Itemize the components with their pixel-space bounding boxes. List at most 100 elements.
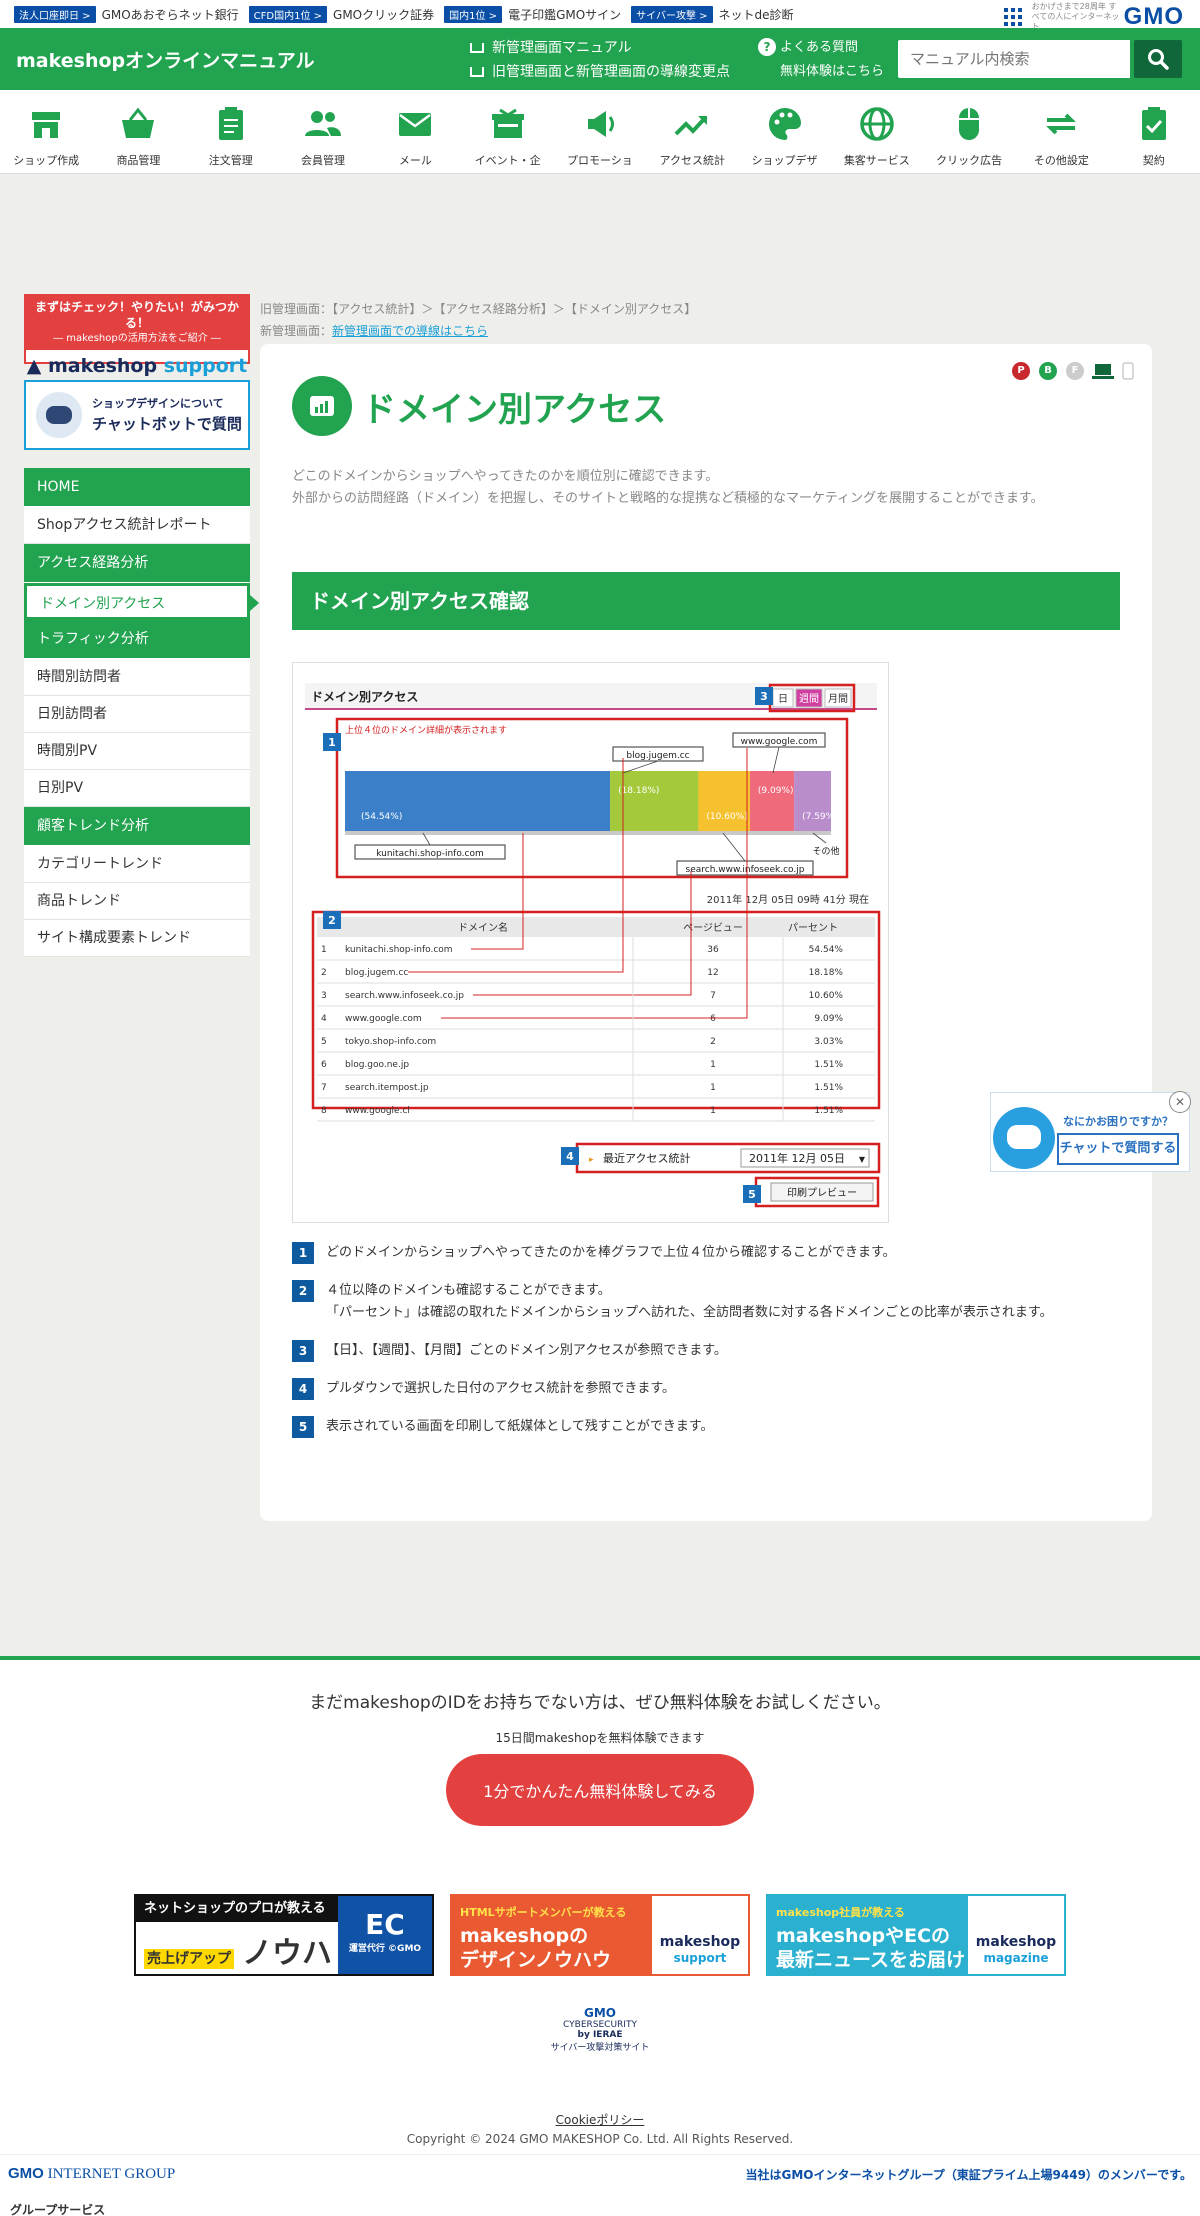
megaphone-icon xyxy=(587,111,614,137)
member-text: 当社はGMOインターネットグループ（東証プライム上場9449）のメンバーです。 xyxy=(745,2167,1192,2182)
site-title[interactable]: makeshopオンラインマニュアル xyxy=(16,46,456,73)
cybersecurity-logo[interactable]: GMO CYBERSECURITY by IERAE サイバー攻撃対策サイト xyxy=(0,2006,1200,2053)
magazine-banner[interactable]: makeshop社員が教える makeshopやECの 最新ニュースをお届け mak… xyxy=(766,1894,1066,1976)
clipboard-icon xyxy=(218,107,243,140)
chat-button[interactable]: チャットで質問する xyxy=(1057,1133,1179,1165)
sidebar-item[interactable]: サイト構成要素トレンド xyxy=(24,920,250,957)
sidebar-item[interactable]: 時間別訪問者 xyxy=(24,659,250,696)
table-rank: 6 xyxy=(321,1060,327,1070)
sidebar-item[interactable]: 顧客トレンド分析 xyxy=(24,807,250,846)
table-pageview: 12 xyxy=(707,968,718,978)
note-text: 表示されている画面を印刷して紙媒体として残すことができます。 xyxy=(326,1419,714,1434)
table-percent: 1.51% xyxy=(814,1083,843,1093)
note-text: どのドメインからショップへやってきたのかを棒グラフで上位４位から確認することがで… xyxy=(326,1245,896,1260)
cookie-policy-link[interactable]: Cookieポリシー xyxy=(0,2111,1200,2128)
nav-item[interactable]: イベント・企 xyxy=(461,90,553,173)
sidebar-item[interactable]: 商品トレンド xyxy=(24,883,250,920)
sidebar-item[interactable]: アクセス経路分析 xyxy=(24,544,250,583)
sidebar-item[interactable]: ドメイン別アクセス xyxy=(24,583,259,620)
breadcrumb: 旧管理画面：【アクセス統計】＞【アクセス経路分析】＞【ドメイン別アクセス】 新管… xyxy=(260,302,697,338)
gmo-logo[interactable]: GMO xyxy=(1124,3,1184,31)
globe-icon xyxy=(860,107,894,141)
print-preview-label: 印刷プレビュー xyxy=(787,1187,857,1199)
table-rank: 8 xyxy=(321,1106,327,1116)
table-rank: 3 xyxy=(321,991,327,1001)
number-marker-label: 2 xyxy=(328,914,336,927)
table-domain: search.itempost.jp xyxy=(345,1083,429,1093)
nav-item[interactable]: 集客サービス xyxy=(831,90,923,173)
sidebar-item[interactable]: 日別PV xyxy=(24,770,250,807)
nav-item[interactable]: 会員管理 xyxy=(277,90,369,173)
number-marker-label: 4 xyxy=(566,1150,574,1163)
nav-item[interactable]: 注文管理 xyxy=(185,90,277,173)
callout-line xyxy=(772,746,780,774)
trial-text: まだmakeshopのIDをお持ちでない方は、ぜひ無料体験をお試しください。 xyxy=(309,1693,891,1713)
changes-link[interactable]: 旧管理画面と新管理画面の導線変更点 xyxy=(470,60,730,84)
close-icon[interactable]: ✕ xyxy=(1169,1091,1191,1113)
top-service-link[interactable]: 法人口座即日 > GMOあおぞらネット銀行 xyxy=(14,5,239,23)
group-services-title: グループサービス xyxy=(10,2203,106,2216)
chevron-down-icon: ▼ xyxy=(859,1155,866,1164)
sidebar-item[interactable]: 日別訪問者 xyxy=(24,696,250,733)
content-card: PBF ドメイン別アクセス どこのドメインからショップへやってきたのかを順位別に… xyxy=(260,344,1152,1521)
nav-item[interactable]: メール xyxy=(369,90,461,173)
bar-segment xyxy=(794,771,831,831)
table-rank: 1 xyxy=(321,945,327,955)
note-text: プルダウンで選択した日付のアクセス統計を参照できます。 xyxy=(326,1381,676,1396)
search-input[interactable] xyxy=(898,40,1130,78)
chart-caption: 上位４位のドメイン詳細が表示されます xyxy=(345,724,507,736)
chatbot-banner[interactable]: ショップデザインについて チャットボットで質問 xyxy=(24,380,250,450)
chart-icon xyxy=(292,376,352,436)
sidebar-item[interactable]: カテゴリートレンド xyxy=(24,846,250,883)
nav-item[interactable]: ショップデザ xyxy=(738,90,830,173)
table-percent: 54.54% xyxy=(809,945,844,955)
bar-segment-label: (18.18%) xyxy=(618,786,659,796)
page-title: ドメイン別アクセス xyxy=(362,390,667,429)
makeshop-logo-icon: ▲ xyxy=(26,355,48,377)
callout-label: www.google.com xyxy=(741,737,818,747)
sidebar-item[interactable]: Shopアクセス統計レポート xyxy=(24,507,250,544)
nav-item[interactable]: プロモーショ xyxy=(554,90,646,173)
table-pageview: 7 xyxy=(710,991,716,1001)
new-manual-link[interactable]: 新管理画面マニュアル xyxy=(470,36,730,60)
table-rank: 2 xyxy=(321,968,327,978)
top-service-link[interactable]: CFD国内1位 > GMOクリック証券 xyxy=(248,5,434,23)
design-knowhow-banner[interactable]: HTMLサポートメンバーが教える makeshopの デザインノウハウ makesh… xyxy=(450,1894,750,1976)
period-tab-label: 月間 xyxy=(828,693,848,705)
search-button[interactable] xyxy=(1134,40,1182,78)
gmo-group-logo[interactable]: GMO INTERNET GROUP xyxy=(8,2165,175,2183)
number-marker-label: 3 xyxy=(760,690,768,703)
free-trial-button[interactable]: 1分でかんたん無料体験してみる xyxy=(446,1754,754,1826)
mail-icon xyxy=(399,113,432,136)
nav-item[interactable]: 契約 xyxy=(1108,90,1200,173)
sidebar-item[interactable]: 時間別PV xyxy=(24,733,250,770)
question-icon: ? xyxy=(758,38,776,56)
section-heading: ドメイン別アクセス確認 xyxy=(292,572,1120,630)
faq-link[interactable]: ? よくある質問 xyxy=(758,36,884,60)
bar-segment xyxy=(749,771,795,831)
sidebar-item[interactable]: HOME xyxy=(24,468,250,507)
new-admin-link[interactable]: 新管理画面での導線はこちら xyxy=(332,324,488,338)
nav-item[interactable]: 商品管理 xyxy=(92,90,184,173)
number-marker-label: 1 xyxy=(328,736,336,749)
sidebar-item[interactable]: トラフィック分析 xyxy=(24,620,250,659)
trial-link[interactable]: 無料体験はこちら xyxy=(758,60,884,84)
bar-segment xyxy=(698,771,750,831)
note-number: 1 xyxy=(292,1242,314,1264)
support-banner[interactable]: まずはチェック！やりたい！がみつかる！ ― makeshopの活用方法をご紹介 ―… xyxy=(24,294,250,377)
table-rank: 5 xyxy=(321,1037,327,1047)
nav-item[interactable]: ショップ作成 xyxy=(0,90,92,173)
grid-menu-icon[interactable] xyxy=(1003,8,1022,26)
nav-item[interactable]: アクセス統計 xyxy=(646,90,738,173)
note-number: 5 xyxy=(292,1416,314,1438)
note-number: 3 xyxy=(292,1340,314,1362)
nav-item[interactable]: その他設定 xyxy=(1015,90,1107,173)
robot-icon xyxy=(36,392,82,438)
top-service-link[interactable]: サイバー攻撃 > ネットde診断 xyxy=(631,5,794,23)
nav-item[interactable]: クリック広告 xyxy=(923,90,1015,173)
top-service-link[interactable]: 国内1位 > 電子印鑑GMOサイン xyxy=(444,5,621,23)
period-tab-label: 週間 xyxy=(799,693,819,705)
bar-shadow xyxy=(345,831,831,835)
chat-robot-icon xyxy=(993,1107,1055,1169)
ec-knowhow-banner[interactable]: ネットショップのプロが教える 売上げアップノウハウ EC運営代行 ©GMO xyxy=(134,1894,434,1976)
